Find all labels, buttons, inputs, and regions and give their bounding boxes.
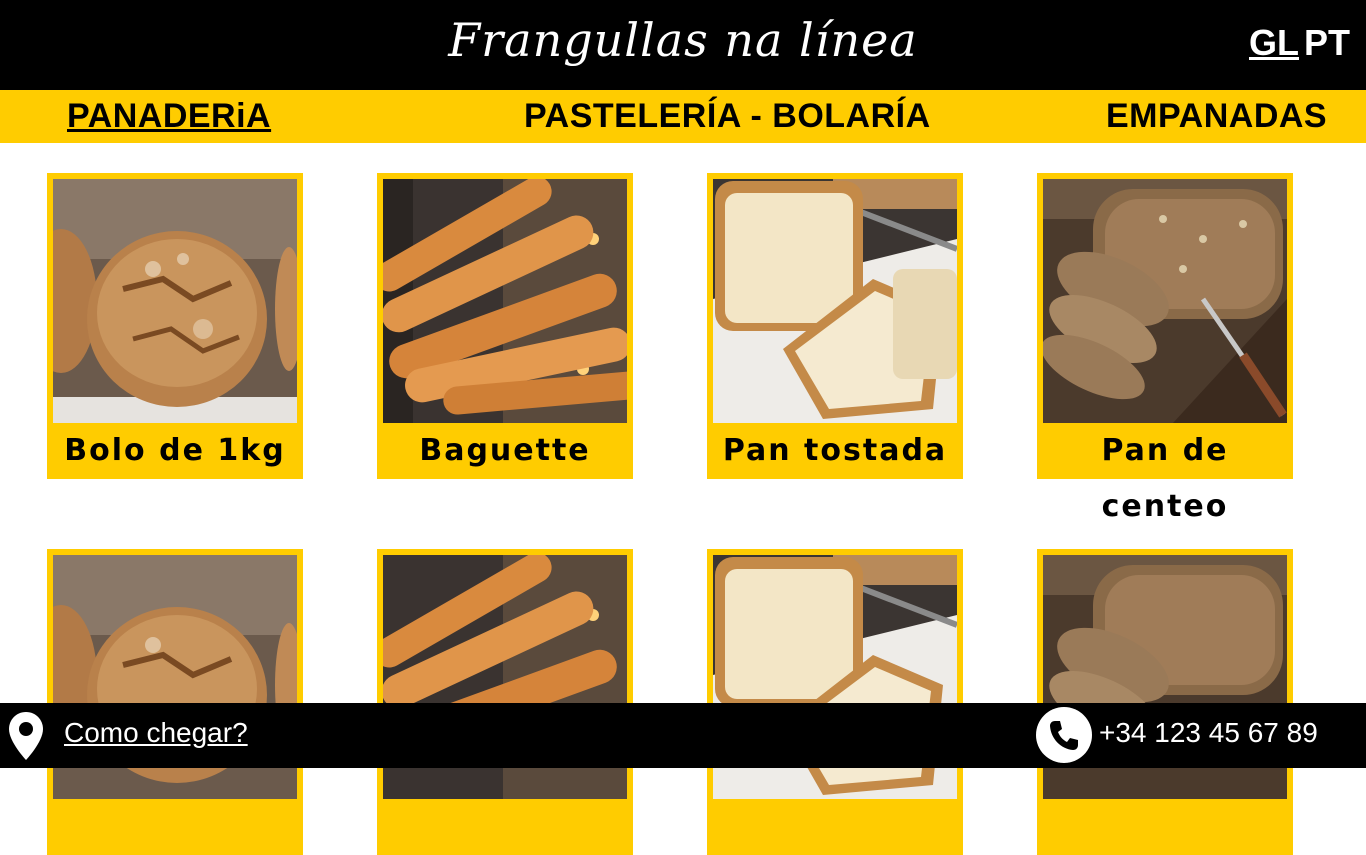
- category-nav: PANADERiA PASTELERÍA - BOLARÍA EMPANADAS: [0, 90, 1366, 143]
- header-bar: Frangullas na línea GL PT: [0, 0, 1366, 90]
- directions-link[interactable]: Como chegar?: [64, 717, 248, 749]
- product-card-bolo[interactable]: [47, 549, 303, 855]
- baguettes-photo: [383, 179, 627, 423]
- nav-panaderia[interactable]: PANADERiA: [67, 90, 271, 143]
- product-card-pan-centeo[interactable]: Pan de centeo: [1037, 173, 1293, 524]
- nav-pasteleria-bolaria[interactable]: PASTELERÍA - BOLARÍA: [524, 90, 931, 143]
- sliced-white-bread-photo: [713, 179, 957, 423]
- phone-icon: [1036, 707, 1092, 763]
- footer-bar: Como chegar? +34 123 45 67 89: [0, 703, 1366, 768]
- product-card-baguette[interactable]: [377, 549, 633, 855]
- language-pt-link[interactable]: PT: [1304, 22, 1350, 64]
- nav-empanadas[interactable]: EMPANADAS: [1106, 90, 1327, 143]
- product-card-bolo[interactable]: Bolo de 1kg: [47, 173, 303, 479]
- map-pin-icon: [9, 712, 43, 760]
- site-title: Frangullas na línea: [448, 13, 918, 67]
- product-card-pan-tostada[interactable]: Pan tostada: [707, 173, 963, 479]
- product-card-baguette[interactable]: Baguette: [377, 173, 633, 479]
- product-label: Baguette: [419, 433, 591, 468]
- phone-number[interactable]: +34 123 45 67 89: [1099, 717, 1318, 749]
- product-label: Pan de centeo: [1101, 433, 1229, 524]
- product-label: Pan tostada: [722, 433, 948, 468]
- sliced-rye-bread-photo: [1043, 179, 1287, 423]
- product-label: Bolo de 1kg: [64, 433, 286, 468]
- round-bread-photo: [53, 179, 297, 423]
- product-card-pan-centeo[interactable]: [1037, 549, 1293, 855]
- product-card-pan-tostada[interactable]: [707, 549, 963, 855]
- language-gl-link[interactable]: GL: [1249, 22, 1299, 64]
